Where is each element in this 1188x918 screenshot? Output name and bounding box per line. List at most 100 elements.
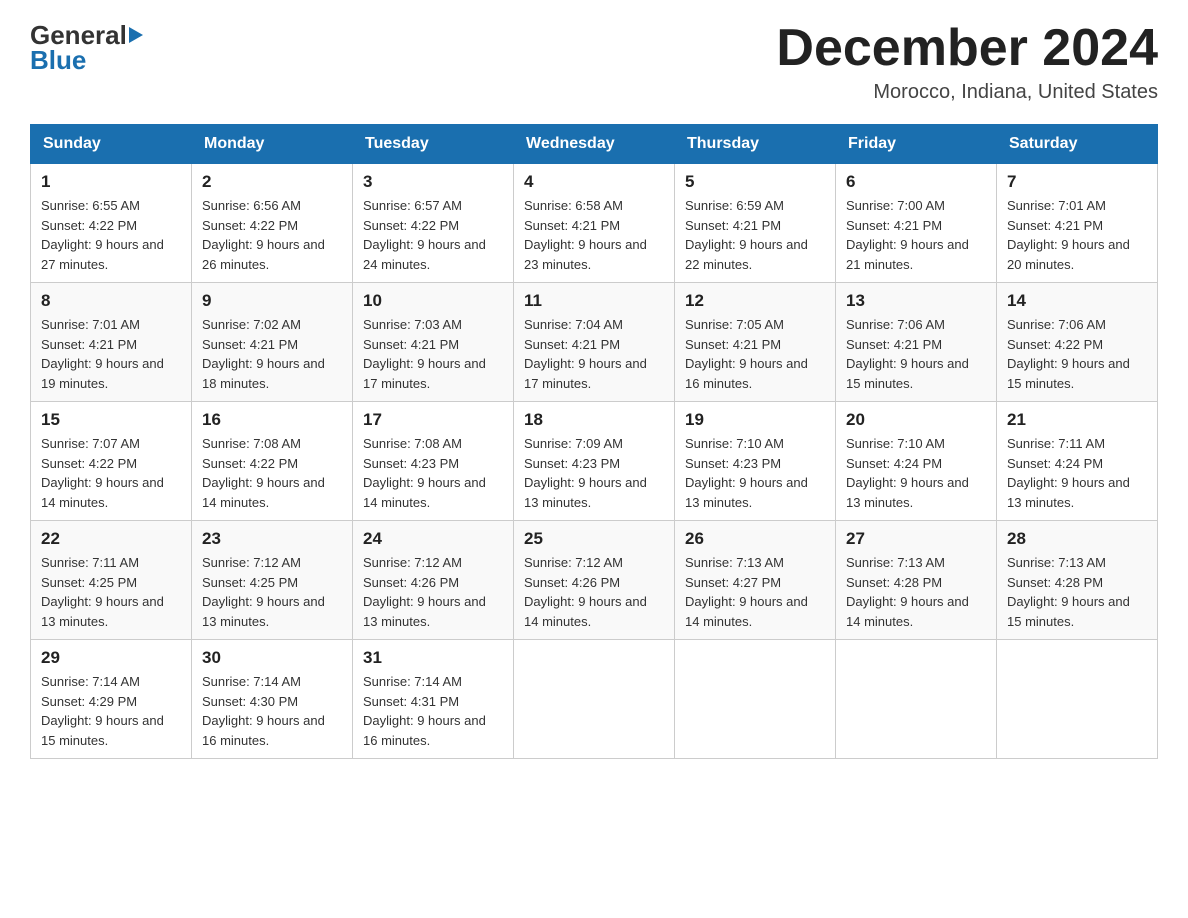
day-number: 3 [363, 172, 503, 192]
day-info: Sunrise: 7:12 AMSunset: 4:26 PMDaylight:… [524, 553, 664, 631]
day-info: Sunrise: 7:10 AMSunset: 4:23 PMDaylight:… [685, 434, 825, 512]
day-number: 8 [41, 291, 181, 311]
column-header-tuesday: Tuesday [353, 125, 514, 164]
calendar-cell [514, 640, 675, 759]
calendar-cell: 22 Sunrise: 7:11 AMSunset: 4:25 PMDayligh… [31, 521, 192, 640]
day-number: 10 [363, 291, 503, 311]
day-info: Sunrise: 6:59 AMSunset: 4:21 PMDaylight:… [685, 196, 825, 274]
day-info: Sunrise: 7:00 AMSunset: 4:21 PMDaylight:… [846, 196, 986, 274]
day-number: 9 [202, 291, 342, 311]
day-number: 14 [1007, 291, 1147, 311]
day-number: 20 [846, 410, 986, 430]
day-number: 15 [41, 410, 181, 430]
location-subtitle: Morocco, Indiana, United States [776, 81, 1158, 104]
day-info: Sunrise: 7:06 AMSunset: 4:21 PMDaylight:… [846, 315, 986, 393]
day-info: Sunrise: 7:03 AMSunset: 4:21 PMDaylight:… [363, 315, 503, 393]
day-info: Sunrise: 7:08 AMSunset: 4:22 PMDaylight:… [202, 434, 342, 512]
calendar-cell [997, 640, 1158, 759]
day-number: 17 [363, 410, 503, 430]
calendar-cell: 10 Sunrise: 7:03 AMSunset: 4:21 PMDayligh… [353, 283, 514, 402]
week-row: 15 Sunrise: 7:07 AMSunset: 4:22 PMDayligh… [31, 402, 1158, 521]
day-info: Sunrise: 7:05 AMSunset: 4:21 PMDaylight:… [685, 315, 825, 393]
day-number: 5 [685, 172, 825, 192]
day-number: 24 [363, 529, 503, 549]
day-number: 29 [41, 648, 181, 668]
calendar-cell: 27 Sunrise: 7:13 AMSunset: 4:28 PMDayligh… [836, 521, 997, 640]
calendar-cell: 13 Sunrise: 7:06 AMSunset: 4:21 PMDayligh… [836, 283, 997, 402]
day-info: Sunrise: 7:06 AMSunset: 4:22 PMDaylight:… [1007, 315, 1147, 393]
day-number: 2 [202, 172, 342, 192]
calendar-cell: 25 Sunrise: 7:12 AMSunset: 4:26 PMDayligh… [514, 521, 675, 640]
calendar-cell: 26 Sunrise: 7:13 AMSunset: 4:27 PMDayligh… [675, 521, 836, 640]
header-row: SundayMondayTuesdayWednesdayThursdayFrid… [31, 125, 1158, 164]
day-info: Sunrise: 7:14 AMSunset: 4:31 PMDaylight:… [363, 672, 503, 750]
day-number: 28 [1007, 529, 1147, 549]
column-header-monday: Monday [192, 125, 353, 164]
day-number: 21 [1007, 410, 1147, 430]
day-info: Sunrise: 7:13 AMSunset: 4:28 PMDaylight:… [846, 553, 986, 631]
day-number: 13 [846, 291, 986, 311]
day-number: 26 [685, 529, 825, 549]
calendar-cell: 12Sunrise: 7:05 AMSunset: 4:21 PMDayligh… [675, 283, 836, 402]
day-number: 6 [846, 172, 986, 192]
month-title: December 2024 [776, 20, 1158, 77]
day-info: Sunrise: 6:55 AMSunset: 4:22 PMDaylight:… [41, 196, 181, 274]
day-number: 25 [524, 529, 664, 549]
day-info: Sunrise: 7:09 AMSunset: 4:23 PMDaylight:… [524, 434, 664, 512]
calendar-table: SundayMondayTuesdayWednesdayThursdayFrid… [30, 124, 1158, 759]
title-section: December 2024 Morocco, Indiana, United S… [776, 20, 1158, 104]
day-info: Sunrise: 7:13 AMSunset: 4:28 PMDaylight:… [1007, 553, 1147, 631]
day-info: Sunrise: 7:12 AMSunset: 4:26 PMDaylight:… [363, 553, 503, 631]
column-header-sunday: Sunday [31, 125, 192, 164]
day-number: 4 [524, 172, 664, 192]
calendar-cell: 11 Sunrise: 7:04 AMSunset: 4:21 PMDayligh… [514, 283, 675, 402]
day-info: Sunrise: 7:14 AMSunset: 4:29 PMDaylight:… [41, 672, 181, 750]
day-info: Sunrise: 7:07 AMSunset: 4:22 PMDaylight:… [41, 434, 181, 512]
column-header-friday: Friday [836, 125, 997, 164]
day-number: 18 [524, 410, 664, 430]
logo: General Blue [30, 20, 143, 76]
day-number: 19 [685, 410, 825, 430]
day-info: Sunrise: 7:01 AMSunset: 4:21 PMDaylight:… [1007, 196, 1147, 274]
day-number: 11 [524, 291, 664, 311]
calendar-cell: 31 Sunrise: 7:14 AMSunset: 4:31 PMDayligh… [353, 640, 514, 759]
calendar-cell: 20 Sunrise: 7:10 AMSunset: 4:24 PMDayligh… [836, 402, 997, 521]
day-number: 16 [202, 410, 342, 430]
calendar-cell: 4 Sunrise: 6:58 AMSunset: 4:21 PMDaylight… [514, 164, 675, 283]
day-info: Sunrise: 7:02 AMSunset: 4:21 PMDaylight:… [202, 315, 342, 393]
day-number: 22 [41, 529, 181, 549]
day-number: 30 [202, 648, 342, 668]
calendar-cell: 7 Sunrise: 7:01 AMSunset: 4:21 PMDaylight… [997, 164, 1158, 283]
calendar-cell: 14 Sunrise: 7:06 AMSunset: 4:22 PMDayligh… [997, 283, 1158, 402]
day-info: Sunrise: 6:56 AMSunset: 4:22 PMDaylight:… [202, 196, 342, 274]
calendar-cell: 24 Sunrise: 7:12 AMSunset: 4:26 PMDayligh… [353, 521, 514, 640]
day-info: Sunrise: 7:01 AMSunset: 4:21 PMDaylight:… [41, 315, 181, 393]
day-number: 31 [363, 648, 503, 668]
day-number: 7 [1007, 172, 1147, 192]
day-info: Sunrise: 7:11 AMSunset: 4:25 PMDaylight:… [41, 553, 181, 631]
logo-blue-text: Blue [30, 45, 86, 76]
page-header: General Blue December 2024 Morocco, Indi… [30, 20, 1158, 104]
calendar-cell [836, 640, 997, 759]
calendar-cell: 9 Sunrise: 7:02 AMSunset: 4:21 PMDaylight… [192, 283, 353, 402]
day-info: Sunrise: 7:13 AMSunset: 4:27 PMDaylight:… [685, 553, 825, 631]
day-info: Sunrise: 7:12 AMSunset: 4:25 PMDaylight:… [202, 553, 342, 631]
calendar-cell: 5 Sunrise: 6:59 AMSunset: 4:21 PMDaylight… [675, 164, 836, 283]
calendar-cell: 1 Sunrise: 6:55 AMSunset: 4:22 PMDaylight… [31, 164, 192, 283]
calendar-cell [675, 640, 836, 759]
calendar-cell: 15 Sunrise: 7:07 AMSunset: 4:22 PMDayligh… [31, 402, 192, 521]
day-number: 27 [846, 529, 986, 549]
day-info: Sunrise: 7:04 AMSunset: 4:21 PMDaylight:… [524, 315, 664, 393]
calendar-cell: 28 Sunrise: 7:13 AMSunset: 4:28 PMDayligh… [997, 521, 1158, 640]
column-header-thursday: Thursday [675, 125, 836, 164]
week-row: 29 Sunrise: 7:14 AMSunset: 4:29 PMDayligh… [31, 640, 1158, 759]
calendar-cell: 21Sunrise: 7:11 AMSunset: 4:24 PMDayligh… [997, 402, 1158, 521]
day-number: 23 [202, 529, 342, 549]
week-row: 22 Sunrise: 7:11 AMSunset: 4:25 PMDayligh… [31, 521, 1158, 640]
day-info: Sunrise: 6:58 AMSunset: 4:21 PMDaylight:… [524, 196, 664, 274]
day-info: Sunrise: 7:10 AMSunset: 4:24 PMDaylight:… [846, 434, 986, 512]
calendar-cell: 8 Sunrise: 7:01 AMSunset: 4:21 PMDaylight… [31, 283, 192, 402]
day-number: 1 [41, 172, 181, 192]
column-header-saturday: Saturday [997, 125, 1158, 164]
calendar-cell: 18 Sunrise: 7:09 AMSunset: 4:23 PMDayligh… [514, 402, 675, 521]
